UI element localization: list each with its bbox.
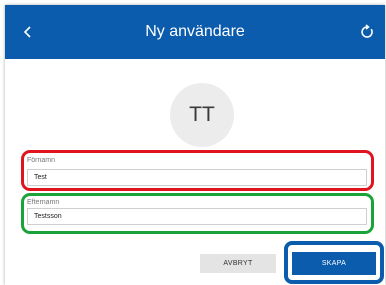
- refresh-button[interactable]: [359, 24, 375, 40]
- refresh-icon: [361, 24, 373, 38]
- avatar: TT: [170, 83, 234, 147]
- cancel-button[interactable]: AVBRYT: [200, 254, 276, 273]
- header-bar: Ny användare: [5, 5, 385, 59]
- last-name-field[interactable]: [27, 208, 367, 225]
- last-name-label: Efternamn: [27, 199, 60, 206]
- back-button[interactable]: [19, 23, 37, 41]
- first-name-field[interactable]: [27, 169, 367, 186]
- first-name-label: Förnamn: [27, 157, 56, 164]
- page-title: Ny användare: [145, 23, 245, 40]
- create-button[interactable]: SKAPA: [292, 252, 376, 275]
- chevron-left-icon: [23, 26, 31, 38]
